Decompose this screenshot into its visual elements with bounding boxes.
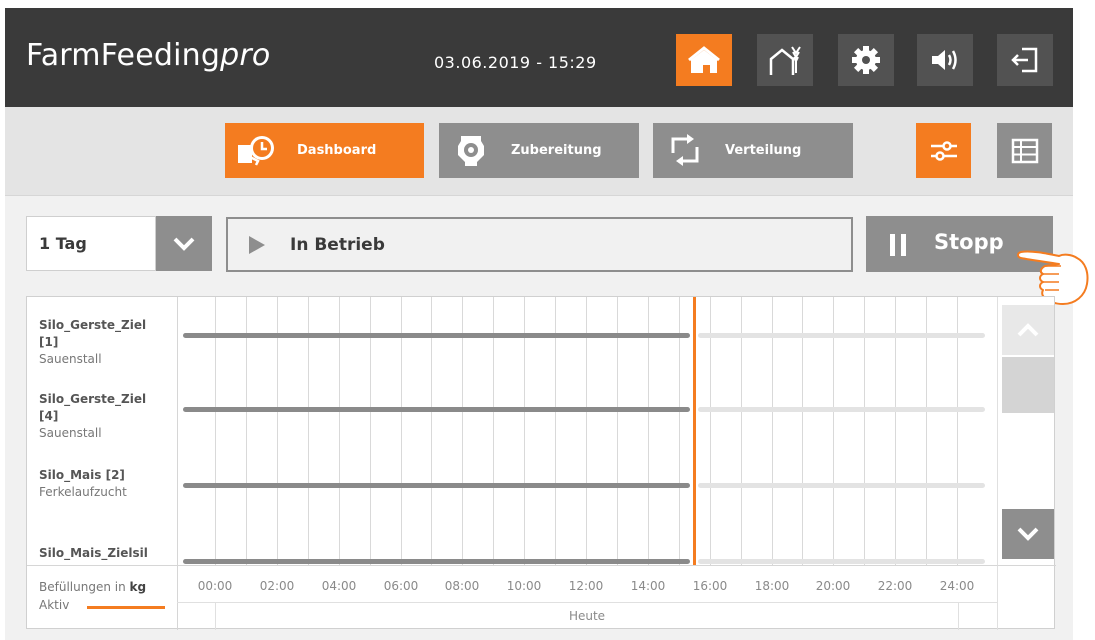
- silo-location: Ferkelaufzucht: [39, 485, 127, 499]
- silo-name: Silo_Gerste_Ziel [4]: [39, 392, 147, 423]
- legend-active-swatch: [87, 606, 165, 609]
- time-axis: Heute 00:00 02:00 04:00 06:00 08:00 10:00 12:0…: [177, 565, 997, 630]
- status-display: In Betrieb: [226, 217, 853, 272]
- tab-dashboard[interactable]: Dashboard: [225, 123, 424, 178]
- silo-row-label: Silo_Gerste_Ziel [4] Sauenstall: [39, 391, 175, 441]
- chart-legend: Befüllungen in kg Aktiv: [27, 565, 178, 630]
- timeline-grid: [177, 297, 997, 565]
- gear-icon: [852, 46, 880, 74]
- status-text: In Betrieb: [290, 235, 385, 255]
- sound-button[interactable]: [917, 34, 973, 86]
- tab-zubereitung-label: Zubereitung: [511, 143, 602, 158]
- timeline-bar-future: [697, 483, 985, 488]
- distribution-arrows-icon: [671, 134, 699, 166]
- timeline-bar-future: [697, 407, 985, 412]
- silo-row-label: Silo_Mais [2] Ferkelaufzucht: [39, 467, 175, 500]
- axis-corner: [997, 565, 1056, 630]
- silo-list: Silo_Gerste_Ziel [1] Sauenstall Silo_Ger…: [27, 297, 178, 565]
- x-tick-label: 18:00: [754, 579, 790, 593]
- silo-location: Sauenstall: [39, 352, 102, 366]
- vertical-scrollbar[interactable]: [997, 297, 1056, 565]
- legend-unit: Befüllungen in kg: [39, 580, 146, 594]
- pause-icon: [890, 234, 906, 256]
- silo-name: Silo_Gerste_Ziel [1]: [39, 318, 147, 349]
- timeline-panel: Silo_Gerste_Ziel [1] Sauenstall Silo_Ger…: [26, 296, 1056, 630]
- timeline-bar-past: [183, 483, 690, 488]
- period-select[interactable]: 1 Tag: [26, 216, 156, 271]
- legend-unit-text: Befüllungen in: [39, 580, 130, 594]
- day-band: Heute: [215, 602, 959, 630]
- timeline-bar-past: [183, 559, 690, 564]
- app-title-main: FarmFeeding: [26, 38, 221, 73]
- x-tick-label: 08:00: [444, 579, 480, 593]
- filter-sliders-icon: [930, 140, 957, 161]
- silo-row-label: Silo_Mais_Zielsil: [39, 545, 175, 562]
- play-icon: [249, 236, 265, 254]
- legend-active-label: Aktiv: [39, 598, 70, 612]
- timeline-bar-future: [697, 559, 985, 564]
- filter-button[interactable]: [916, 123, 971, 178]
- tab-verteilung-label: Verteilung: [725, 143, 802, 158]
- app-title: FarmFeedingpro: [26, 38, 270, 73]
- silo-name: Silo_Mais_Zielsil: [39, 546, 148, 560]
- scroll-down-button[interactable]: [1002, 509, 1054, 559]
- x-tick-label: 00:00: [197, 579, 233, 593]
- logout-button[interactable]: [997, 34, 1053, 86]
- barn-grain-icon: [769, 46, 801, 75]
- date-time: 03.06.2019 - 15:29: [434, 53, 597, 72]
- scroll-thumb[interactable]: [1002, 357, 1054, 413]
- current-time-line: [693, 297, 696, 565]
- silo-name: Silo_Mais [2]: [39, 468, 125, 482]
- x-tick-label: 16:00: [692, 579, 728, 593]
- app-window: FarmFeedingpro 03.06.2019 - 15:29 Dashbo…: [5, 8, 1089, 640]
- scroll-up-button[interactable]: [1002, 305, 1054, 355]
- timeline-bar-past: [183, 333, 690, 338]
- mixer-icon: [458, 136, 484, 166]
- speaker-icon: [932, 50, 957, 70]
- home-button[interactable]: [676, 34, 732, 86]
- home-icon: [688, 46, 720, 73]
- legend-unit-value: kg: [129, 580, 147, 594]
- tab-zubereitung[interactable]: Zubereitung: [439, 123, 639, 178]
- x-tick-label: 22:00: [877, 579, 913, 593]
- chevron-down-icon: [173, 237, 195, 251]
- x-tick-label: 24:00: [939, 579, 975, 593]
- silo-location: Sauenstall: [39, 426, 102, 440]
- tab-dashboard-label: Dashboard: [297, 143, 377, 158]
- top-bar: FarmFeedingpro 03.06.2019 - 15:29: [5, 8, 1073, 107]
- settings-button[interactable]: [838, 34, 894, 86]
- dashboard-clock-icon: [238, 136, 274, 166]
- table-view-button[interactable]: [997, 123, 1052, 178]
- x-tick-label: 10:00: [506, 579, 542, 593]
- x-tick-label: 12:00: [568, 579, 604, 593]
- app-title-suffix: pro: [220, 38, 271, 73]
- silo-row-label: Silo_Gerste_Ziel [1] Sauenstall: [39, 317, 175, 367]
- x-tick-label: 20:00: [815, 579, 851, 593]
- timeline-bar-future: [697, 333, 985, 338]
- chevron-down-icon: [1017, 527, 1039, 541]
- x-tick-label: 04:00: [321, 579, 357, 593]
- x-tick-label: 14:00: [630, 579, 666, 593]
- tab-verteilung[interactable]: Verteilung: [653, 123, 853, 178]
- day-label: Heute: [568, 609, 606, 623]
- stop-button-label: Stopp: [934, 230, 1004, 254]
- period-select-value: 1 Tag: [39, 234, 87, 253]
- logout-icon: [1011, 47, 1038, 73]
- timeline-bar-past: [183, 407, 690, 412]
- x-tick-label: 06:00: [383, 579, 419, 593]
- x-tick-label: 02:00: [259, 579, 295, 593]
- feed-barn-button[interactable]: [757, 34, 813, 86]
- nav-bar: Dashboard Zubereitung Verteilung: [5, 107, 1073, 196]
- chevron-up-icon: [1017, 323, 1039, 337]
- table-grid-icon: [1011, 138, 1038, 163]
- period-dropdown-button[interactable]: [156, 216, 212, 271]
